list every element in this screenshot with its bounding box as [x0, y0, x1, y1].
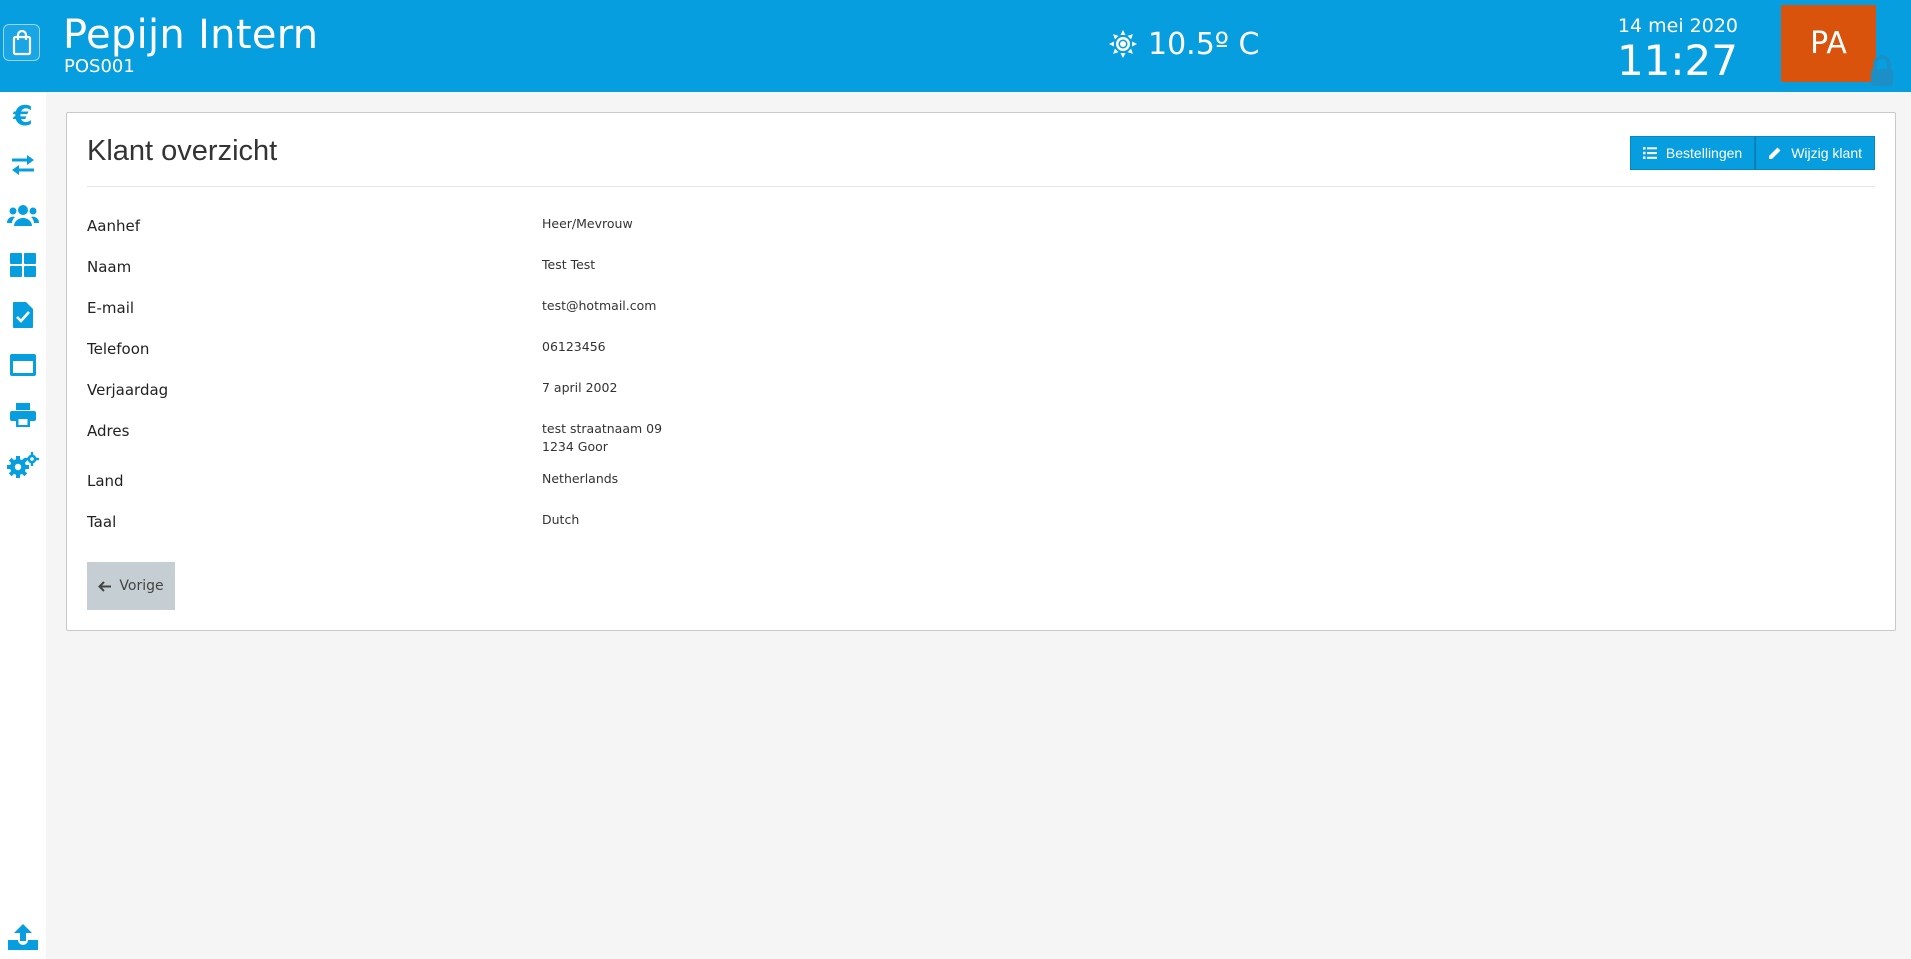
field-value: Netherlands [542, 471, 619, 486]
pencil-icon [1769, 147, 1781, 159]
address-line-2: 1234 Goor [542, 439, 608, 454]
euro-icon: € [13, 98, 33, 132]
dashboard-grid-icon [10, 253, 36, 277]
field-value: Heer/Mevrouw [542, 216, 633, 231]
sidebar-item-print[interactable] [0, 395, 46, 435]
register-id: POS001 [64, 56, 135, 77]
panel-actions: Bestellingen Wijzig klant [1629, 136, 1875, 170]
back-button[interactable]: Vorige [87, 562, 175, 610]
field-label: Adres [87, 422, 130, 440]
sidebar-item-upload[interactable] [0, 917, 46, 957]
field-value: test@hotmail.com [542, 298, 657, 313]
top-bar: Pepijn Intern POS001 10.5º C 14 mei 2020… [0, 0, 1911, 92]
shop-button[interactable] [3, 24, 40, 61]
sidebar-item-window[interactable] [0, 345, 46, 385]
field-value: test straatnaam 09 1234 Goor [542, 420, 662, 456]
sidebar-item-settings[interactable] [0, 445, 46, 485]
checked-document-icon [13, 302, 33, 328]
field-label: E-mail [87, 299, 135, 317]
transfer-arrows-icon [12, 155, 34, 175]
field-label: Verjaardag [87, 381, 169, 399]
user-avatar[interactable]: PA [1781, 5, 1876, 82]
customer-overview-panel: Klant overzicht Bestellingen Wijzig klan… [66, 112, 1896, 631]
sidebar-item-customers[interactable] [0, 195, 46, 235]
orders-button-label: Bestellingen [1665, 145, 1743, 161]
shopping-bag-icon [12, 29, 31, 55]
field-value: Dutch [542, 512, 580, 527]
title-divider [87, 186, 1875, 187]
window-icon [10, 354, 36, 376]
settings-cogs-icon [7, 452, 39, 478]
field-label: Telefoon [87, 340, 150, 358]
sidebar-item-transfers[interactable] [0, 145, 46, 185]
lock-icon[interactable] [1869, 54, 1895, 88]
list-icon [1642, 147, 1657, 159]
time: 11:27 [1616, 36, 1738, 85]
sidebar-item-orders[interactable] [0, 295, 46, 335]
field-value: 7 april 2002 [542, 380, 618, 395]
upload-icon [8, 924, 38, 950]
arrow-left-icon [98, 580, 112, 592]
back-button-label: Vorige [119, 578, 164, 594]
field-label: Taal [87, 513, 117, 531]
date: 14 mei 2020 [1617, 15, 1738, 37]
users-icon [7, 205, 39, 226]
sun-icon [1109, 30, 1137, 58]
field-label: Land [87, 472, 124, 490]
sidebar-item-dashboard[interactable] [0, 245, 46, 285]
sidebar: € [0, 92, 46, 959]
sidebar-item-sales[interactable]: € [0, 95, 46, 135]
orders-button[interactable]: Bestellingen [1629, 136, 1756, 170]
app-title: Pepijn Intern [63, 12, 319, 58]
temperature: 10.5º C [1148, 26, 1260, 62]
weather: 10.5º C [1108, 24, 1259, 64]
field-value: Test Test [542, 257, 596, 272]
field-label: Aanhef [87, 217, 140, 235]
edit-customer-button[interactable]: Wijzig klant [1755, 136, 1875, 170]
page-title: Klant overzicht [87, 135, 278, 167]
printer-icon [10, 403, 36, 427]
field-label: Naam [87, 258, 132, 276]
edit-customer-button-label: Wijzig klant [1791, 145, 1862, 161]
field-value: 06123456 [542, 339, 606, 354]
address-line-1: test straatnaam 09 [542, 421, 663, 436]
